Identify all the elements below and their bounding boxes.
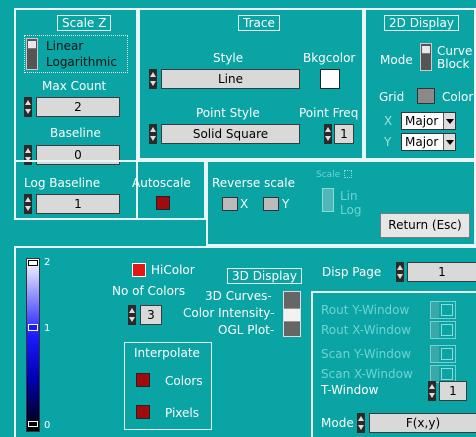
return-button[interactable]: Return (Esc) — [380, 213, 470, 238]
no-of-colors-field[interactable]: 3 — [140, 305, 162, 325]
color-label: Color — [442, 90, 474, 104]
scan-x-window-label: Scan X-Window — [321, 367, 413, 381]
log-baseline-field[interactable]: 1 — [36, 194, 120, 214]
no-of-colors-spinner[interactable] — [128, 305, 136, 325]
grid-x-value: Major — [405, 114, 439, 128]
interpolate-pixels-checkbox[interactable] — [136, 405, 150, 419]
interpolate-colors-label: Colors — [165, 374, 203, 388]
rout-x-window-spinner — [430, 321, 456, 339]
log-baseline-spinner[interactable] — [24, 194, 32, 214]
display-2d-mode-curve[interactable]: Curve — [437, 44, 472, 58]
reverse-x-label: X — [240, 197, 249, 211]
disp-page-field[interactable]: 1 — [407, 262, 476, 282]
reverse-y-label: Y — [282, 197, 290, 211]
chevron-down-icon — [443, 113, 455, 129]
grid-x-dropdown[interactable]: Major — [401, 112, 456, 130]
disp-page-spinner[interactable] — [396, 262, 404, 282]
interpolate-title: Interpolate — [134, 346, 200, 360]
grid-y-label: Y — [384, 135, 392, 149]
hicolor-label: HiColor — [151, 263, 195, 277]
scale-toggle — [322, 188, 334, 212]
colorbar — [26, 258, 40, 432]
point-style-spinner[interactable] — [149, 124, 157, 144]
curves-3d-label: 3D Curves- — [205, 289, 272, 303]
scan-y-window-spinner — [430, 345, 456, 363]
max-count-field[interactable]: 2 — [36, 97, 120, 117]
ogl-plot-label: OGL Plot- — [218, 323, 275, 337]
display-3d-title: 3D Display — [227, 268, 302, 284]
display-2d-mode-block[interactable]: Block — [437, 57, 469, 71]
windows-mode-field[interactable]: F(x,y) — [369, 413, 476, 433]
scale-log: Log — [340, 203, 362, 217]
grid-y-dropdown[interactable]: Major — [401, 133, 456, 151]
scale-label: Scale — [316, 170, 341, 180]
hicolor-checkbox[interactable] — [132, 263, 146, 277]
colorbar-top-marker[interactable] — [28, 260, 38, 266]
baseline-label: Baseline — [50, 126, 101, 140]
display-2d-title: 2D Display — [384, 15, 459, 31]
display-2d-mode-toggle[interactable] — [420, 43, 432, 71]
scale-z-linear[interactable]: Linear — [46, 39, 83, 53]
grid-checkbox[interactable] — [417, 88, 435, 104]
no-of-colors-label: No of Colors — [112, 284, 186, 298]
log-baseline-label: Log Baseline — [24, 176, 101, 190]
point-freq-label: Point Freq — [299, 106, 359, 120]
colorbar-bottom-label: 0 — [44, 420, 51, 431]
point-freq-spinner[interactable] — [324, 124, 332, 144]
rout-y-window-label: Rout Y-Window — [321, 303, 410, 317]
scale-z-toggle[interactable] — [26, 38, 38, 70]
max-count-label: Max Count — [42, 79, 107, 93]
disp-page-label: Disp Page — [322, 265, 382, 279]
autoscale-checkbox[interactable] — [156, 196, 170, 210]
rout-y-window-spinner — [430, 301, 456, 319]
grid-x-label: X — [384, 114, 393, 128]
point-style-label: Point Style — [196, 106, 260, 120]
scale-z-title: Scale Z — [57, 15, 112, 31]
scale-lin: Lin — [340, 189, 358, 203]
style-label: Style — [213, 51, 244, 65]
bkgcolor-swatch[interactable] — [320, 69, 340, 89]
colorbar-top-label: 2 — [44, 257, 51, 268]
scale-z-logarithmic[interactable]: Logarithmic — [46, 55, 117, 69]
display-3d-mode-thumb[interactable] — [284, 308, 300, 322]
interpolate-colors-checkbox[interactable] — [136, 373, 150, 387]
t-window-spinner[interactable] — [428, 381, 436, 401]
chevron-down-icon — [443, 134, 455, 150]
colorbar-bottom-marker[interactable] — [28, 421, 38, 427]
trace-title: Trace — [238, 15, 280, 31]
autoscale-label: Autoscale — [132, 176, 191, 190]
reverse-x-checkbox[interactable] — [222, 197, 238, 211]
reverse-scale-label: Reverse scale — [212, 176, 295, 190]
point-freq-field[interactable]: 1 — [334, 124, 354, 144]
colorbar-mid-label: 1 — [44, 323, 51, 334]
point-style-field[interactable]: Solid Square — [161, 124, 300, 144]
t-window-label: T-Window — [321, 383, 379, 397]
colorbar-mid-marker[interactable] — [28, 324, 38, 331]
grid-y-value: Major — [405, 135, 439, 149]
windows-mode-spinner[interactable] — [357, 413, 365, 433]
scan-y-window-label: Scan Y-Window — [321, 347, 412, 361]
bkgcolor-label: Bkgcolor — [303, 51, 356, 65]
max-count-spinner[interactable] — [24, 97, 32, 117]
display-2d-mode-label: Mode — [380, 53, 413, 67]
rout-x-window-label: Rout X-Window — [321, 323, 412, 337]
scale-marker-icon — [344, 170, 352, 178]
style-spinner[interactable] — [149, 69, 157, 89]
t-window-field[interactable]: 1 — [439, 381, 467, 401]
color-intensity-label: Color Intensity- — [183, 306, 275, 320]
grid-label: Grid — [379, 90, 405, 104]
interpolate-pixels-label: Pixels — [165, 406, 200, 420]
windows-mode-label: Mode — [321, 416, 354, 430]
reverse-y-checkbox[interactable] — [263, 197, 279, 211]
style-field[interactable]: Line — [161, 69, 300, 89]
